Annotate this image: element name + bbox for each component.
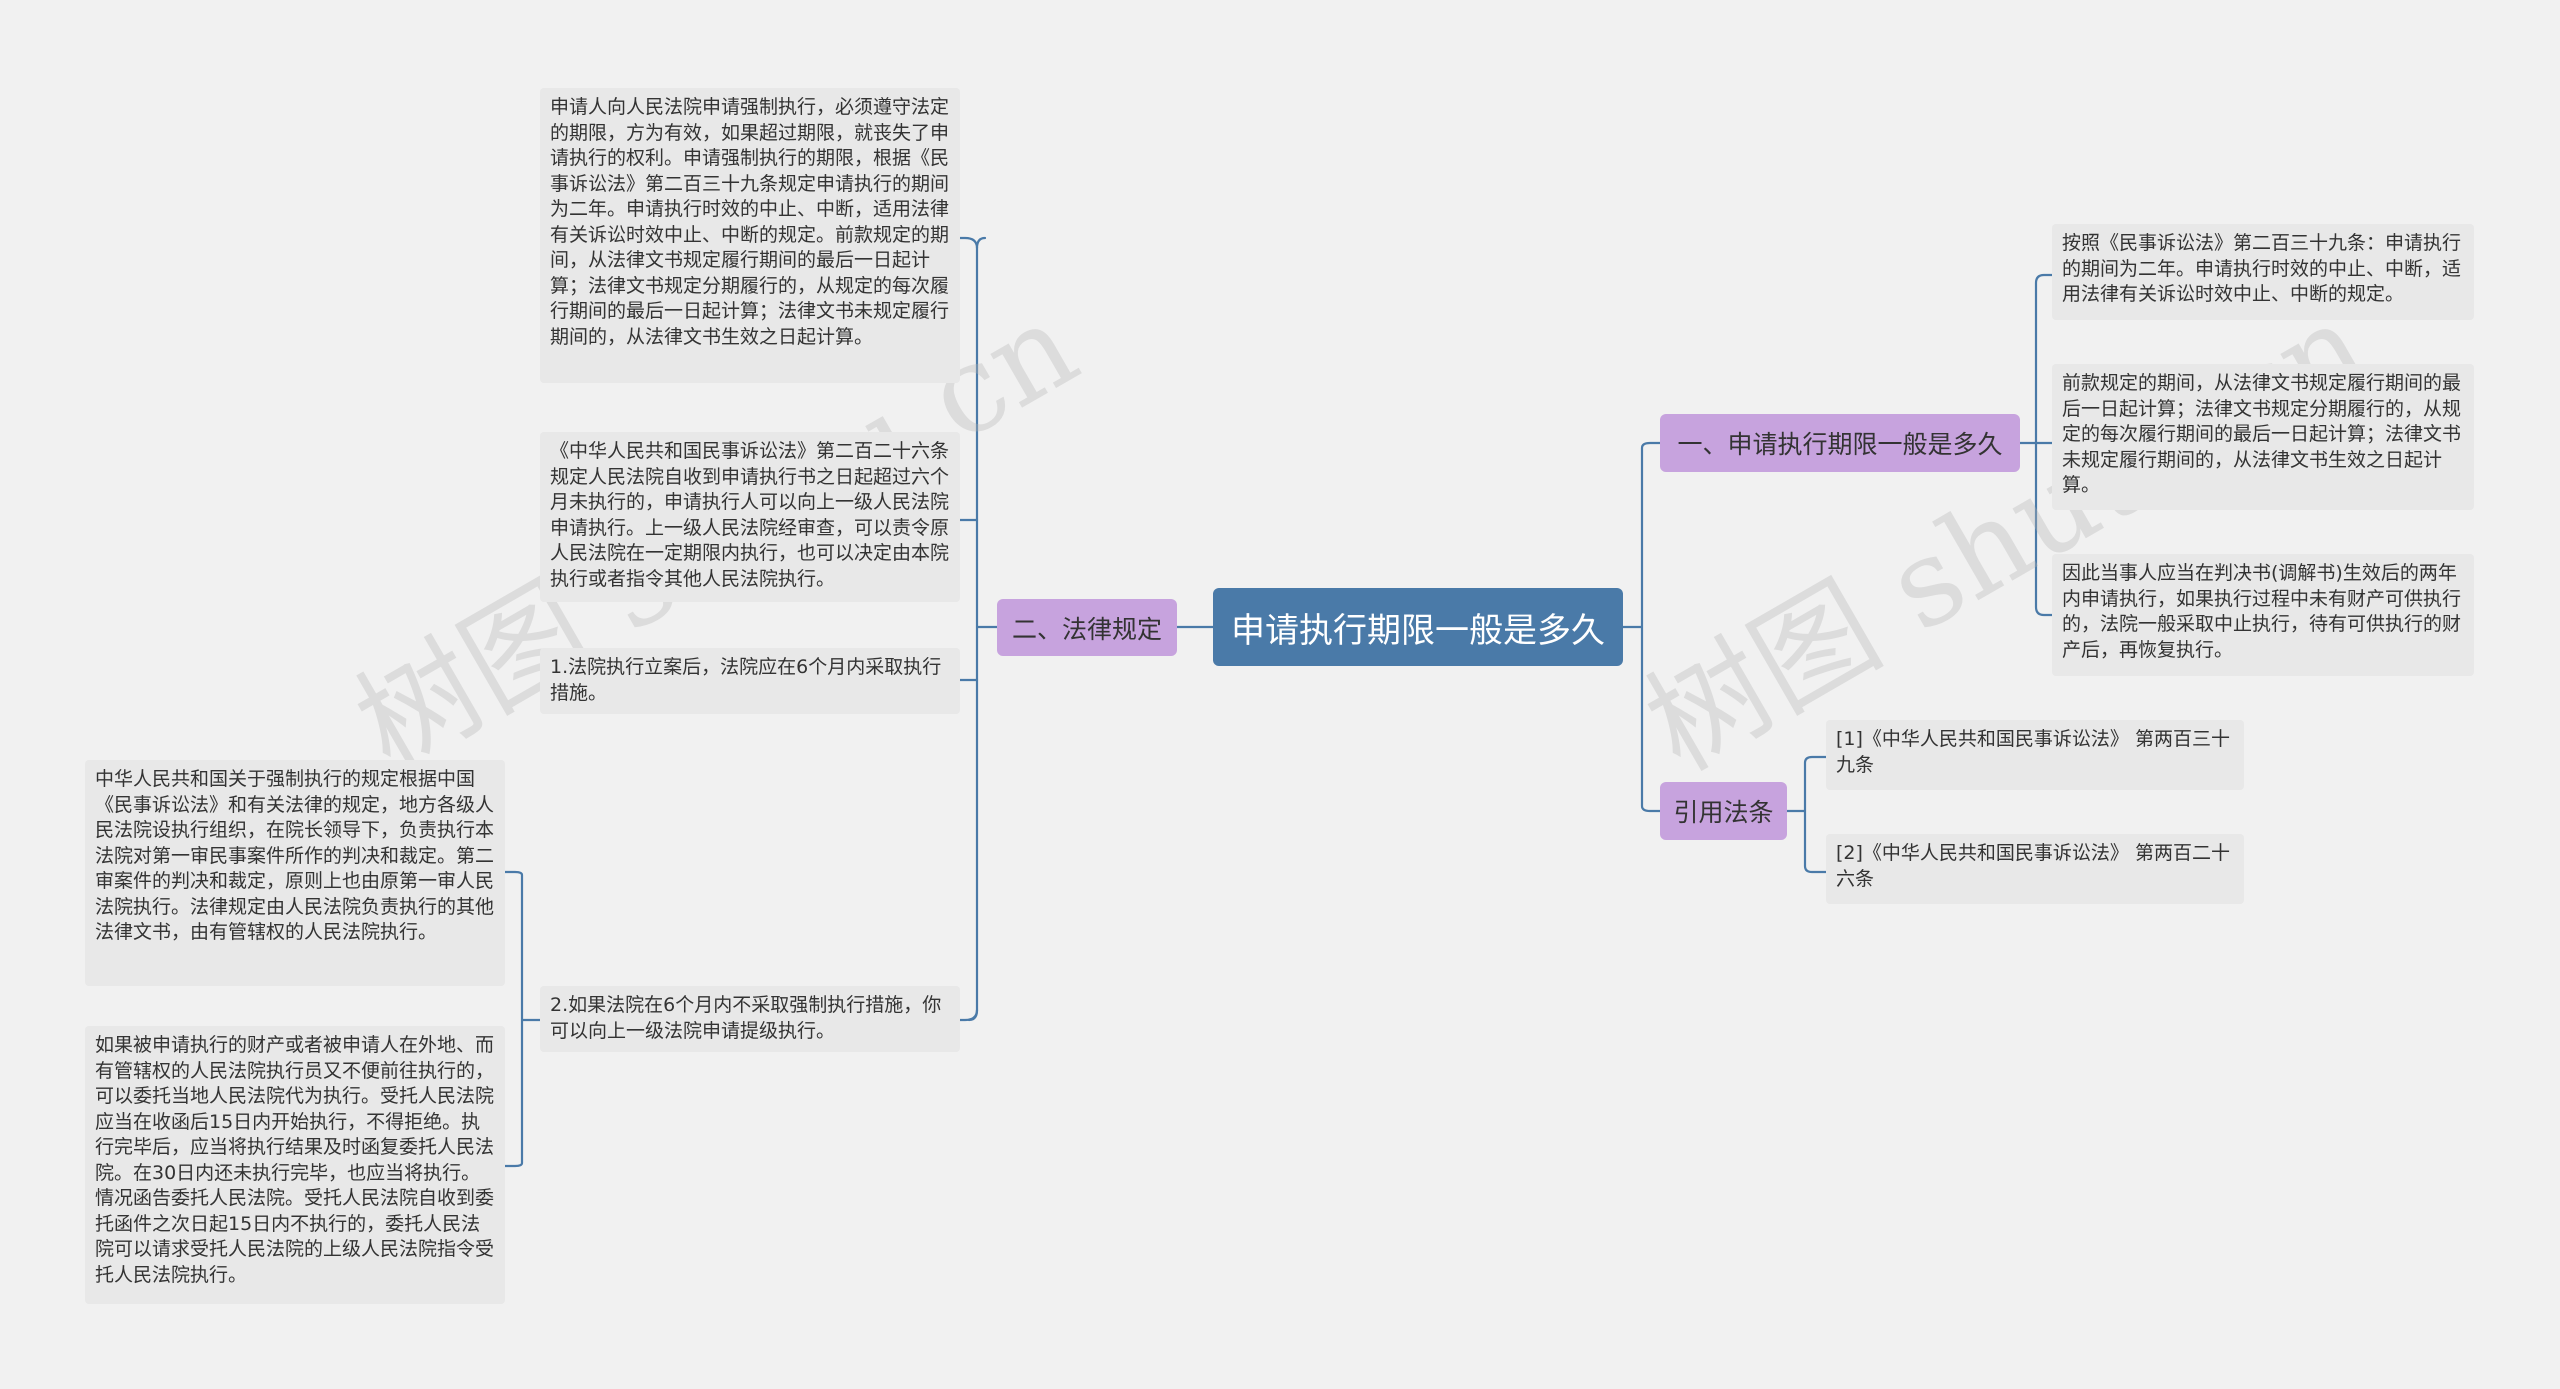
root-node[interactable]: 申请执行期限一般是多久	[1213, 588, 1623, 666]
leaf-legal-4[interactable]: 2.如果法院在6个月内不采取强制执行措施，你可以向上一级法院申请提级执行。	[540, 986, 960, 1052]
branch-time-limit[interactable]: 一、申请执行期限一般是多久	[1660, 414, 2020, 472]
link-root-right	[1621, 441, 1662, 813]
leaf-statute-2[interactable]: [2]《中华人民共和国民事诉讼法》 第两百二十六条	[1826, 834, 2244, 904]
link-right2-leaves	[1785, 755, 1828, 874]
leaf-legal-3[interactable]: 1.法院执行立案后，法院应在6个月内采取执行措施。	[540, 648, 960, 714]
leaf-statute-1[interactable]: [1]《中华人民共和国民事诉讼法》 第两百三十九条	[1826, 720, 2244, 790]
leaf-time-limit-1[interactable]: 按照《民事诉讼法》第二百三十九条：申请执行的期间为二年。申请执行时效的中止、中断…	[2052, 224, 2474, 320]
branch-legal-provisions[interactable]: 二、法律规定	[997, 599, 1177, 656]
leaf-time-limit-3[interactable]: 因此当事人应当在判决书(调解书)生效后的两年内申请执行，如果执行过程中未有财产可…	[2052, 554, 2474, 676]
leaf-legal-2[interactable]: 《中华人民共和国民事诉讼法》第二百二十六条规定人民法院自收到申请执行书之日起超过…	[540, 432, 960, 602]
link-left-leaf4	[958, 1008, 979, 1022]
link-left-spine	[967, 236, 999, 1022]
mind-map-canvas: 树图 shutu.cn 树图 shutu.cn 申请执行期限一般是多久 二、法律…	[0, 0, 2560, 1389]
leaf-legal-1[interactable]: 申请人向人民法院申请强制执行，必须遵守法定的期限，方为有效，如果超过期限，就丧失…	[540, 88, 960, 383]
leaf-legal-4-child-1[interactable]: 中华人民共和国关于强制执行的规定根据中国《民事诉讼法》和有关法律的规定，地方各级…	[85, 760, 505, 986]
leaf-legal-4-child-2[interactable]: 如果被申请执行的财产或者被申请人在外地、而有管辖权的人民法院执行员又不便前往执行…	[85, 1026, 505, 1304]
branch-cited-statutes[interactable]: 引用法条	[1660, 782, 1787, 840]
link-left-leaf1	[958, 236, 979, 250]
link-right1-leaves	[2018, 273, 2054, 617]
link-leaf4-children	[503, 870, 542, 1168]
leaf-time-limit-2[interactable]: 前款规定的期间，从法律文书规定履行期间的最后一日起计算；法律文书规定分期履行的，…	[2052, 364, 2474, 510]
